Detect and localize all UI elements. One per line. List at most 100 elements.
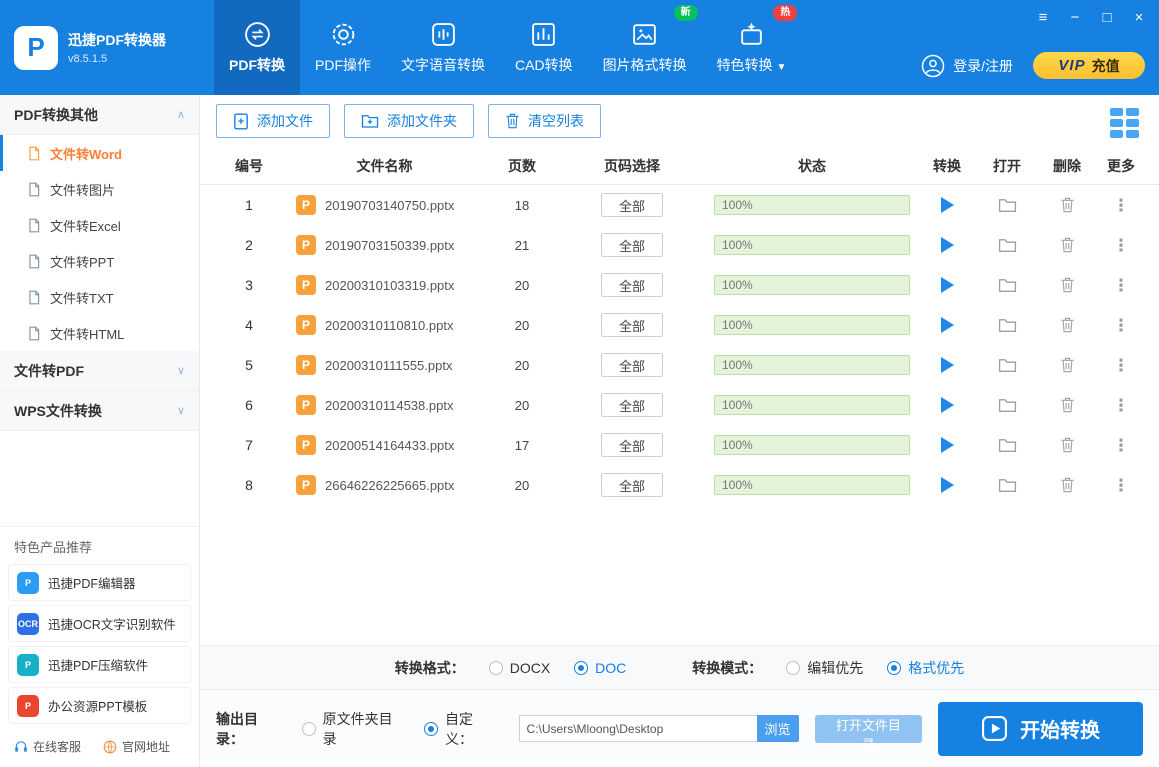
convert-play-button[interactable] xyxy=(940,357,954,373)
file-name: 20200310111555.pptx xyxy=(325,357,453,373)
page-select-button[interactable]: 全部 xyxy=(601,473,663,497)
convert-play-button[interactable] xyxy=(940,237,954,253)
promo-item-办公资源PPT模板[interactable]: P 办公资源PPT模板 xyxy=(8,687,191,724)
row-number: 5 xyxy=(245,357,253,373)
delete-icon[interactable] xyxy=(1060,277,1075,293)
radio-编辑优先[interactable]: 编辑优先 xyxy=(786,658,863,678)
more-options-icon[interactable]: ⋮ xyxy=(1113,197,1130,214)
page-select-button[interactable]: 全部 xyxy=(601,393,663,417)
sidebar-item-文件转Word[interactable]: 文件转Word xyxy=(0,135,199,171)
page-select-button[interactable]: 全部 xyxy=(601,313,663,337)
page-select-button[interactable]: 全部 xyxy=(601,433,663,457)
menu-icon[interactable]: ≡ xyxy=(1035,9,1051,27)
doc-icon xyxy=(27,218,41,233)
radio-自定义[interactable]: 自定义： xyxy=(424,709,501,749)
sidebar-section-PDF转换其他[interactable]: PDF转换其他 ∧ xyxy=(0,95,199,135)
nav-item-PDF操作[interactable]: PDF操作 xyxy=(300,0,386,95)
open-folder-icon[interactable] xyxy=(998,357,1017,373)
delete-icon[interactable] xyxy=(1060,197,1075,213)
sidebar-item-文件转图片[interactable]: 文件转图片 xyxy=(0,171,199,207)
page-count: 21 xyxy=(514,237,530,253)
app-logo-icon: P xyxy=(14,25,58,70)
delete-icon[interactable] xyxy=(1060,357,1075,373)
more-options-icon[interactable]: ⋮ xyxy=(1113,277,1130,294)
format-label: 转换格式： xyxy=(394,659,465,676)
open-folder-icon[interactable] xyxy=(998,477,1017,493)
more-options-icon[interactable]: ⋮ xyxy=(1113,397,1130,414)
ppt-file-icon: P xyxy=(296,435,316,455)
vip-recharge-button[interactable]: VIP 充值 xyxy=(1033,52,1145,79)
sidebar-section-WPS文件转换[interactable]: WPS文件转换 ∨ xyxy=(0,391,199,431)
maximize-icon[interactable]: □ xyxy=(1099,9,1115,27)
toolbar-button-清空列表[interactable]: 清空列表 xyxy=(488,104,601,138)
radio-格式优先[interactable]: 格式优先 xyxy=(887,658,964,678)
sidebar-item-文件转TXT[interactable]: 文件转TXT xyxy=(0,279,199,315)
file-name: 20190703150339.pptx xyxy=(325,237,455,253)
radio-原文件夹目录[interactable]: 原文件夹目录 xyxy=(301,709,406,749)
page-select-button[interactable]: 全部 xyxy=(601,233,663,257)
promo-item-迅捷PDF编辑器[interactable]: P 迅捷PDF编辑器 xyxy=(8,564,191,601)
delete-icon[interactable] xyxy=(1060,397,1075,413)
page-select-button[interactable]: 全部 xyxy=(601,353,663,377)
open-folder-icon[interactable] xyxy=(998,197,1017,213)
convert-play-button[interactable] xyxy=(940,317,954,333)
nav-item-PDF转换[interactable]: PDF转换 xyxy=(214,0,300,95)
convert-play-button[interactable] xyxy=(940,277,954,293)
sidebar-item-文件转HTML[interactable]: 文件转HTML xyxy=(0,315,199,351)
more-options-icon[interactable]: ⋮ xyxy=(1113,237,1130,254)
footer-link-在线客服[interactable]: 在线客服 xyxy=(14,738,81,755)
toolbar-button-添加文件[interactable]: 添加文件 xyxy=(216,104,330,138)
convert-play-button[interactable] xyxy=(940,197,954,213)
more-options-icon[interactable]: ⋮ xyxy=(1113,317,1130,334)
delete-icon[interactable] xyxy=(1060,237,1075,253)
top-nav: PDF转换 PDF操作 文字语音转换 CAD转换 图片格式转换新特色转换 ▼ 热 xyxy=(214,0,801,95)
convert-play-button[interactable] xyxy=(940,397,954,413)
sidebar: PDF转换其他 ∧ 文件转Word 文件转图片 文件转Excel 文件转PPT 文件转TXT… xyxy=(0,95,200,767)
top-bar: P 迅捷PDF转换器 v8.5.1.5 PDF转换 PDF操作 文字语音转换 CAD转… xyxy=(0,0,1159,95)
radio-DOCX[interactable]: DOCX xyxy=(488,660,550,676)
open-folder-icon[interactable] xyxy=(998,437,1017,453)
column-header-状态: 状态 xyxy=(798,157,826,174)
login-register-button[interactable]: 登录/注册 xyxy=(921,54,1013,78)
column-header-转换: 转换 xyxy=(933,157,961,174)
close-icon[interactable]: × xyxy=(1131,9,1147,27)
nav-item-文字语音转换[interactable]: 文字语音转换 xyxy=(386,0,500,95)
chevron-down-icon: ∨ xyxy=(176,365,185,377)
promo-item-迅捷OCR文字识别软件[interactable]: OCR 迅捷OCR文字识别软件 xyxy=(8,605,191,642)
more-options-icon[interactable]: ⋮ xyxy=(1113,477,1130,494)
output-path-input[interactable] xyxy=(518,715,757,742)
start-convert-button[interactable]: 开始转换 xyxy=(938,701,1143,756)
delete-icon[interactable] xyxy=(1060,477,1075,493)
convert-play-button[interactable] xyxy=(940,437,954,453)
delete-icon[interactable] xyxy=(1060,317,1075,333)
badge: 热 xyxy=(773,5,798,21)
view-toggle-icon[interactable] xyxy=(1110,108,1139,138)
nav-item-图片格式转换[interactable]: 图片格式转换新 xyxy=(588,0,702,95)
page-count: 18 xyxy=(514,197,530,213)
open-folder-icon[interactable] xyxy=(998,397,1017,413)
browse-button[interactable]: 浏览 xyxy=(756,715,799,742)
row-number: 8 xyxy=(245,477,253,493)
start-convert-label: 开始转换 xyxy=(1020,720,1101,742)
promo-item-迅捷PDF压缩软件[interactable]: P 迅捷PDF压缩软件 xyxy=(8,646,191,683)
sidebar-item-文件转PPT[interactable]: 文件转PPT xyxy=(0,243,199,279)
page-select-button[interactable]: 全部 xyxy=(601,193,663,217)
sidebar-item-文件转Excel[interactable]: 文件转Excel xyxy=(0,207,199,243)
sidebar-section-文件转PDF[interactable]: 文件转PDF ∨ xyxy=(0,351,199,391)
nav-item-特色转换[interactable]: 特色转换 ▼ 热 xyxy=(702,0,802,95)
footer-link-官网地址[interactable]: 官网地址 xyxy=(103,738,170,755)
delete-icon[interactable] xyxy=(1060,437,1075,453)
image-icon xyxy=(631,21,658,48)
open-folder-icon[interactable] xyxy=(998,237,1017,253)
open-folder-icon[interactable] xyxy=(998,277,1017,293)
more-options-icon[interactable]: ⋮ xyxy=(1113,437,1130,454)
nav-item-CAD转换[interactable]: CAD转换 xyxy=(500,0,588,95)
radio-DOC[interactable]: DOC xyxy=(574,660,626,676)
more-options-icon[interactable]: ⋮ xyxy=(1113,357,1130,374)
open-folder-icon[interactable] xyxy=(998,317,1017,333)
minimize-icon[interactable]: − xyxy=(1067,9,1083,27)
toolbar-button-添加文件夹[interactable]: 添加文件夹 xyxy=(344,104,474,138)
open-output-dir-button[interactable]: 打开文件目录 xyxy=(814,714,923,752)
convert-play-button[interactable] xyxy=(940,477,954,493)
page-select-button[interactable]: 全部 xyxy=(601,273,663,297)
